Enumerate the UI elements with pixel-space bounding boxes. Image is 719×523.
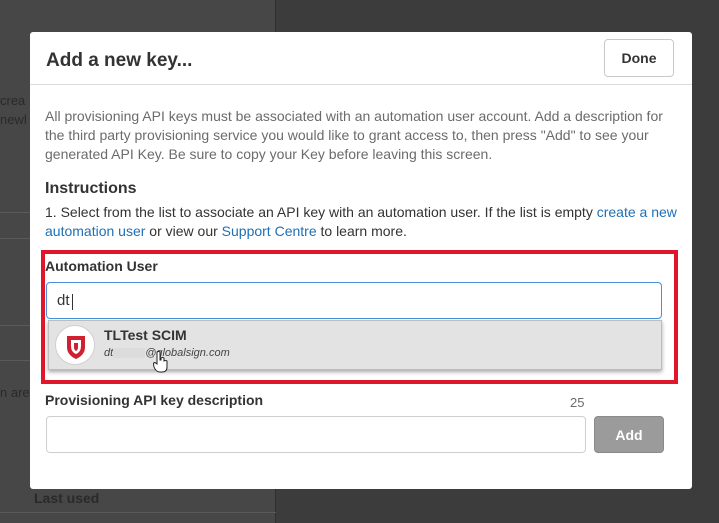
text-caret [72, 294, 73, 310]
instructions-text-part: 1. Select from the list to associate an … [45, 204, 597, 220]
instructions-text-part: to learn more. [316, 223, 407, 239]
background-divider [0, 512, 276, 513]
description-label: Provisioning API key description [45, 392, 264, 408]
background-last-used-heading: Last used [34, 490, 100, 506]
automation-user-label: Automation User [45, 258, 158, 274]
character-count: 25 [570, 395, 585, 410]
modal-header: Add a new key... Done [30, 32, 692, 85]
add-key-modal: Add a new key... Done All provisioning A… [30, 32, 692, 489]
done-button[interactable]: Done [604, 39, 674, 77]
dropdown-option[interactable]: TLTest SCIM dt @globalsign.com [49, 321, 661, 373]
user-avatar [55, 325, 95, 365]
email-redaction [113, 348, 146, 359]
shield-logo-icon [57, 327, 94, 364]
description-input[interactable] [46, 416, 586, 453]
add-button[interactable]: Add [594, 416, 664, 453]
background-text: n are [0, 385, 30, 400]
automation-user-input[interactable] [46, 282, 662, 319]
dropdown-option-name: TLTest SCIM [104, 327, 187, 343]
email-prefix: dt [104, 347, 114, 359]
automation-user-dropdown: TLTest SCIM dt @globalsign.com [48, 320, 662, 373]
intro-text: All provisioning API keys must be associ… [45, 108, 663, 162]
instructions-heading: Instructions [45, 180, 137, 197]
instructions-text-part: or view our [145, 223, 222, 239]
instructions-text: 1. Select from the list to associate an … [45, 203, 677, 241]
modal-title: Add a new key... [46, 50, 193, 71]
hand-pointer-cursor-icon [153, 351, 168, 373]
background-text: newl [0, 112, 27, 127]
support-centre-link[interactable]: Support Centre [222, 223, 317, 239]
background-text: crea [0, 93, 26, 108]
